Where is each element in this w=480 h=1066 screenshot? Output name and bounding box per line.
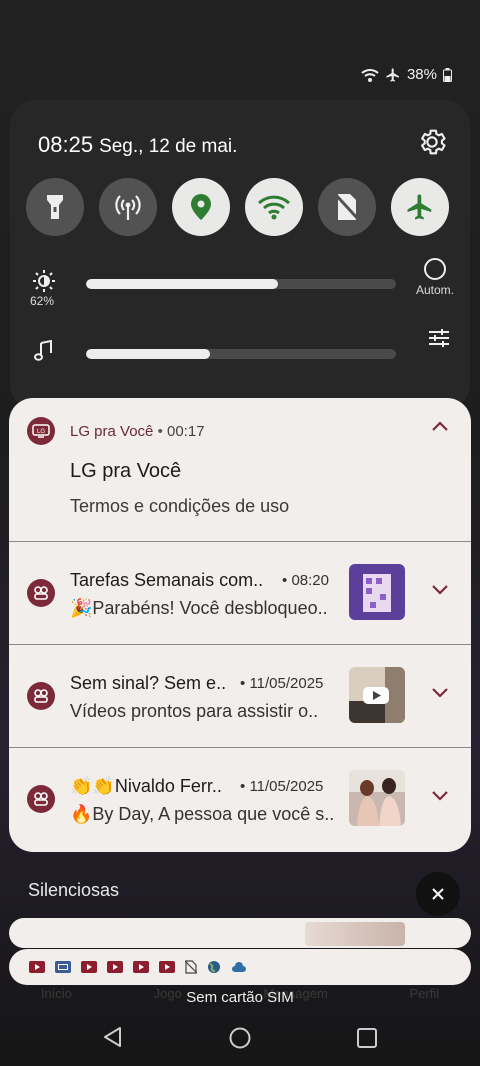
back-icon[interactable] [102,1026,122,1048]
wifi-icon [257,195,291,220]
volume-row [30,329,450,367]
notification-header: LG pra Você • 00:17 [70,423,205,440]
volume-fill [86,348,210,359]
tile-flashlight[interactable] [26,178,84,236]
notification-time: 00:17 [167,423,205,440]
qs-datetime: 08:25 Seg., 12 de mai. [38,132,237,158]
tile-wifi[interactable] [245,178,303,236]
thumbnail-image [349,564,405,620]
date[interactable]: Seg., 12 de mai. [99,136,237,158]
notification-item-title: Sem sinal? Sem e.. • 11/05/2025 [70,673,330,694]
youtube-icon [159,961,175,973]
tile-location[interactable] [172,178,230,236]
cloud-icon [232,962,246,972]
brightness-slider[interactable] [86,278,396,289]
silent-notification-stub[interactable] [9,918,471,948]
notification-item-body: 🔥By Day, A pessoa que você s.. [70,804,335,824]
brightness-row: 62% Autom. [30,258,454,308]
youtube-icon [133,961,149,973]
airplane-icon [407,194,432,220]
separator: • [240,778,246,795]
airplane-icon [386,67,399,82]
clock[interactable]: 08:25 [38,132,93,158]
brightness-icon [30,270,58,297]
sound-settings-icon[interactable] [428,328,450,353]
notification-item-body: 🎉Parabéns! Você desbloqueo.. [70,598,328,618]
brightness-percent: 62% [30,294,55,308]
no-sim-icon [335,193,359,221]
separator: • [157,423,163,440]
svg-text:LG: LG [37,429,45,435]
youtube-icon [107,961,123,973]
notification-icons-bar[interactable] [9,949,471,985]
location-icon [191,194,211,220]
photo-thumbnail-image [349,770,405,826]
recents-icon[interactable] [357,1028,377,1048]
quick-tiles [26,178,449,236]
notification-app-name: LG pra Você [70,423,154,440]
tile-hotspot[interactable] [99,178,157,236]
item-time: • 11/05/2025 [240,675,323,692]
youtube-icon [81,961,97,973]
battery-icon [443,67,452,82]
wifi-icon [361,68,379,82]
cast-icon [55,961,71,973]
auto-brightness-ring-icon [424,258,446,280]
tile-no-sim[interactable] [318,178,376,236]
notification-item[interactable]: 👏👏Nivaldo Ferr.. • 11/05/2025 🔥By Day, A… [9,748,471,851]
home-icon[interactable] [229,1027,251,1049]
battery-percent: 38% [406,66,437,83]
item-title-text: Sem sinal? Sem e.. [70,673,227,693]
notification-title: LG pra Você [70,460,182,482]
lg-app-icon: LG [27,417,55,445]
notification-body: Termos e condições de uso [70,496,290,516]
notification-item-title: Tarefas Semanais com.. • 08:20 [70,570,330,591]
item-title-text: Tarefas Semanais com.. [70,570,264,590]
hotspot-icon [115,195,141,220]
video-thumbnail-image [349,667,405,723]
quick-settings-panel: 08:25 Seg., 12 de mai. 62% Autom. [10,100,470,410]
notification-item-body: Vídeos prontos para assistir o.. [70,701,319,721]
thumbnail-image [305,922,405,946]
chevron-down-icon[interactable] [431,584,449,596]
item-time-text: 11/05/2025 [249,778,324,795]
app-icon [27,682,55,710]
item-time-text: 08:20 [291,572,329,589]
close-icon [432,888,444,900]
notification-item[interactable]: Tarefas Semanais com.. • 08:20 🎉Parabéns… [9,542,471,645]
clear-all-button[interactable] [416,872,460,916]
app-icon [27,785,55,813]
item-time: • 08:20 [282,572,329,589]
chevron-up-icon[interactable] [431,420,449,432]
youtube-icon [29,961,45,973]
globe-icon [208,961,220,973]
item-time: • 11/05/2025 [240,778,323,795]
notification-item-title: 👏👏Nivaldo Ferr.. • 11/05/2025 [70,776,330,797]
music-note-icon [30,339,58,367]
sim-status: Sem cartão SIM [186,989,294,1006]
chevron-down-icon[interactable] [431,790,449,802]
volume-slider[interactable] [86,348,396,359]
system-nav-bar [0,1020,480,1056]
auto-brightness-toggle[interactable]: Autom. [408,258,462,297]
notification-card: LG LG pra Você • 00:17 LG pra Você Termo… [9,398,471,852]
auto-brightness-label: Autom. [415,283,454,297]
chevron-down-icon[interactable] [431,687,449,699]
brightness-fill [86,278,279,289]
no-sim-icon [185,960,197,974]
notification-item[interactable]: Sem sinal? Sem e.. • 11/05/2025 Vídeos p… [9,645,471,748]
settings-gear-icon[interactable] [416,126,448,158]
status-bar: 38% [361,66,452,83]
separator: • [240,675,246,692]
app-icon [27,579,55,607]
item-time-text: 11/05/2025 [249,675,324,692]
separator: • [282,572,288,589]
tile-airplane[interactable] [391,178,449,236]
notification-lg-pra-voce[interactable]: LG LG pra Você • 00:17 LG pra Você Termo… [9,398,471,542]
silent-section-label: Silenciosas [28,880,120,900]
flashlight-icon [47,195,63,219]
item-title-text: 👏👏Nivaldo Ferr.. [70,776,222,796]
